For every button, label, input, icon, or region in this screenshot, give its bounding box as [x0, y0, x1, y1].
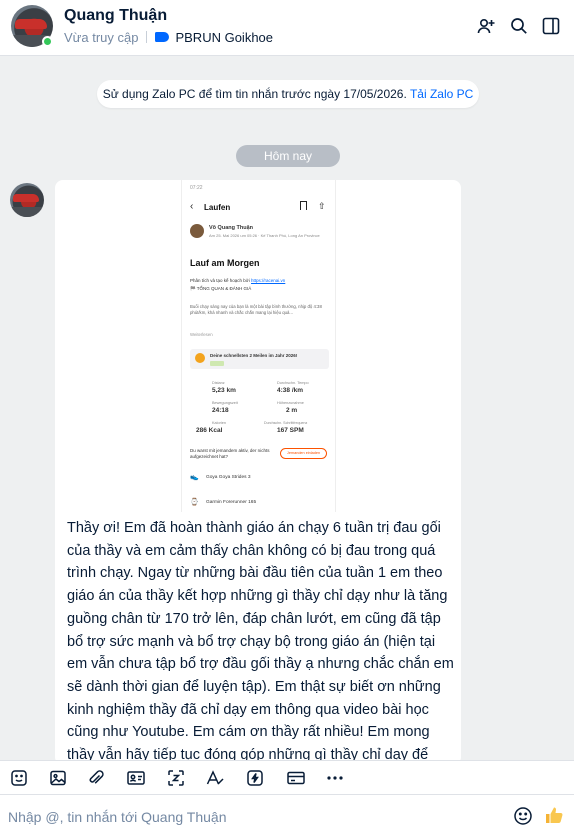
screenshot-body: Buổi chạy sáng nay của bạn là một bài tậ…	[190, 304, 322, 315]
message-input[interactable]	[8, 805, 498, 829]
screenshot-invite-button: Jemanden einladen	[280, 448, 327, 459]
stat-label: Distanz	[212, 381, 225, 385]
screenshot-button[interactable]	[165, 768, 187, 788]
screenshot-title: Laufen	[204, 203, 231, 212]
screenshot-desc-line: Phân tích và tạo kế hoạch bởi https://ra…	[190, 278, 330, 283]
shoe-icon: 👟	[190, 474, 199, 481]
message-composer	[0, 794, 574, 837]
sidebar-panel-icon	[542, 17, 560, 35]
stat-value: 286 Kcal	[196, 427, 223, 434]
emoji-button[interactable]	[512, 806, 534, 826]
screenshot-activity-title: Lauf am Morgen	[190, 258, 260, 268]
stat-label: Durchschn. Tempo	[277, 381, 309, 385]
quick-message-button[interactable]	[244, 768, 266, 788]
tag-icon	[155, 32, 170, 42]
search-icon	[511, 18, 527, 34]
shared-screenshot-image[interactable]: 07:22 ‹ Laufen ⇧ Võ Quang Thuận Am 25. M…	[181, 180, 336, 512]
screenshot-read-more: Weiterlesen	[190, 332, 213, 337]
stat-value: 5,23 km	[212, 387, 236, 394]
online-status-dot	[42, 36, 53, 47]
screenshot-achievement-card: Deine schnellsten 2 Meilen im Jahr 2026!	[190, 349, 329, 369]
screenshot-share-icon: ⇧	[318, 201, 326, 211]
screenshot-device: Garmin Forerunner 165	[206, 500, 257, 505]
add-user-icon	[477, 18, 495, 34]
screenshot-desc-link: https://racenai.vn	[251, 278, 286, 283]
date-divider: Hôm nay	[236, 145, 340, 167]
message-text: Thầy ơi! Em đã hoàn thành giáo án chạy 6…	[67, 520, 454, 764]
sender-avatar[interactable]	[10, 183, 44, 217]
composer-toolbar	[0, 760, 574, 794]
thumbs-up-icon	[546, 807, 563, 823]
stat-value: 4:38 /km	[277, 387, 304, 394]
contact-tag[interactable]: PBRUN Goikhoe	[175, 30, 273, 45]
stat-label: Durchschn. Schrittfrequenz	[264, 421, 308, 425]
download-zalo-pc-link[interactable]: Tải Zalo PC	[410, 87, 473, 101]
achievement-badge	[210, 361, 224, 366]
screenshot-meta: Am 25. Mai 2026 um 05:26 · Kế Thanh Phú,…	[209, 233, 320, 238]
screenshot-icon	[168, 770, 184, 786]
stat-label: Höhenzunahme	[277, 401, 304, 405]
screenshot-status-time: 07:22	[190, 185, 203, 191]
todo-card-icon	[287, 771, 305, 785]
history-notice-text: Sử dụng Zalo PC để tìm tin nhắn trước ng…	[102, 87, 407, 101]
stat-label: Kalorien	[212, 421, 226, 425]
screenshot-prompt: Du warst mit jemandem aktiv, der nichts …	[190, 448, 270, 459]
screenshot-shoe: Goya Goya Strides 3	[206, 475, 251, 480]
history-notice-banner: Sử dụng Zalo PC để tìm tin nhắn trước ng…	[97, 80, 479, 108]
add-to-group-button[interactable]	[474, 14, 498, 38]
stat-value: 24:18	[212, 407, 229, 414]
send-contact-card-button[interactable]	[125, 768, 147, 788]
stat-label: Bewegungszeit	[212, 401, 238, 405]
contact-card-icon	[127, 771, 145, 785]
stat-value: 2 m	[286, 407, 298, 414]
text-format-button[interactable]	[204, 768, 226, 788]
stat-value: 167 SPM	[277, 427, 304, 434]
attach-file-button[interactable]	[85, 768, 107, 788]
screenshot-bookmark-icon	[300, 201, 307, 210]
screenshot-back-icon: ‹	[190, 201, 194, 212]
attachment-icon	[89, 770, 104, 784]
screenshot-desc: Phân tích và tạo kế hoạch bởi	[190, 278, 250, 283]
quick-message-icon	[247, 770, 263, 786]
screenshot-author-avatar	[190, 224, 204, 238]
send-image-button[interactable]	[47, 768, 69, 788]
screenshot-achievement: Deine schnellsten 2 Meilen im Jahr 2026!	[210, 353, 298, 358]
emoji-icon	[514, 807, 532, 825]
todo-card-button[interactable]	[285, 768, 307, 788]
contact-name[interactable]: Quang Thuận	[64, 7, 167, 25]
sticker-button[interactable]	[8, 768, 30, 788]
message-bubble[interactable]: 07:22 ‹ Laufen ⇧ Võ Quang Thuận Am 25. M…	[55, 180, 461, 765]
watch-icon: ⌚	[190, 499, 199, 506]
more-options-button[interactable]	[324, 768, 346, 788]
toggle-info-panel-button[interactable]	[539, 14, 563, 38]
sticker-icon	[11, 770, 27, 786]
more-icon	[327, 776, 343, 780]
search-button[interactable]	[507, 14, 531, 38]
screenshot-author: Võ Quang Thuận	[209, 225, 253, 231]
contact-status-line: Vừa truy cập PBRUN Goikhoe	[64, 30, 273, 45]
trophy-icon	[195, 353, 205, 363]
chat-header: Quang Thuận Vừa truy cập PBRUN Goikhoe	[0, 0, 574, 56]
image-icon	[50, 770, 66, 786]
screenshot-desc-heading: 🏁 TỔNG QUAN & ĐÁNH GIÁ	[190, 286, 252, 291]
last-seen-status: Vừa truy cập	[64, 30, 139, 45]
text-format-icon	[206, 770, 224, 785]
quick-like-button[interactable]	[543, 805, 565, 825]
